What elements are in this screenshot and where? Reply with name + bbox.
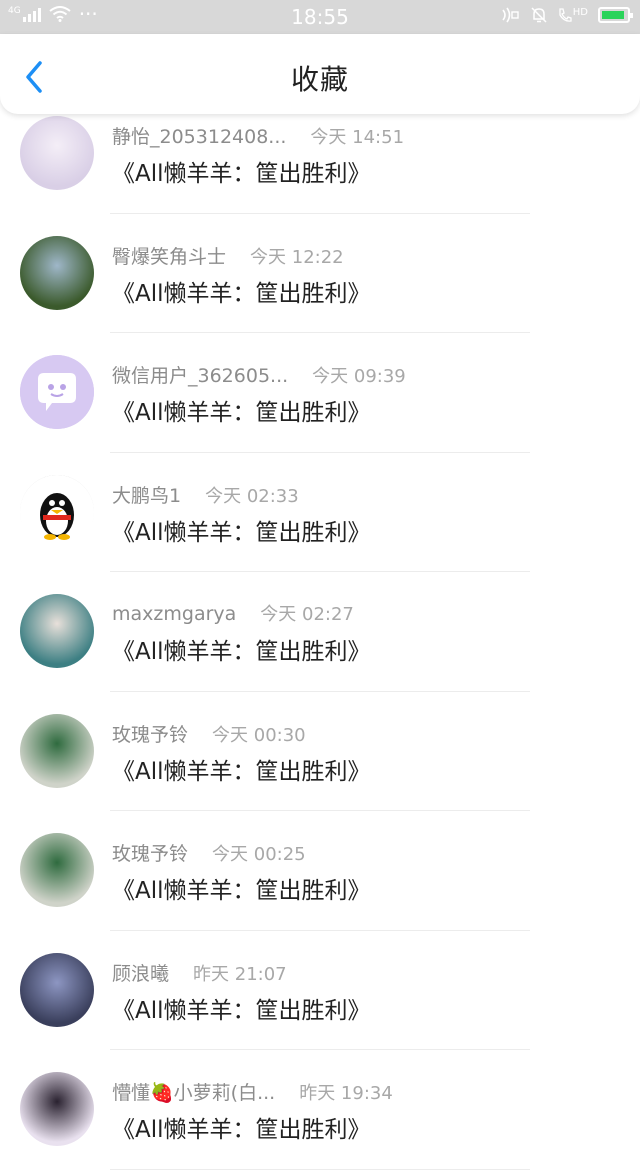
timestamp: 今天 00:30	[212, 724, 306, 746]
timestamp: 今天 09:39	[312, 366, 406, 387]
item-message[interactable]: 《All懒羊羊：筐出胜利》	[112, 1110, 371, 1144]
list-item[interactable]: 玫瑰予铃 今天 00:30 《All懒羊羊：筐出胜利》	[0, 692, 640, 811]
item-meta: 大鹏鸟1 今天 02:33	[112, 481, 299, 508]
item-meta: 玫瑰予铃 今天 00:30	[112, 720, 306, 747]
user-name[interactable]: maxzmgarya	[112, 603, 236, 625]
avatar[interactable]	[20, 116, 94, 190]
item-message[interactable]: 《All懒羊羊：筐出胜利》	[112, 154, 371, 188]
penguin-icon	[20, 474, 94, 549]
avatar[interactable]	[20, 833, 94, 907]
avatar[interactable]	[20, 474, 94, 549]
item-message[interactable]: 《All懒羊羊：筐出胜利》	[112, 393, 371, 427]
call-hd-icon: HD	[558, 7, 588, 23]
avatar[interactable]	[20, 952, 94, 1027]
item-message[interactable]: 《All懒羊羊：筐出胜利》	[112, 752, 371, 786]
status-right: HD	[500, 6, 633, 24]
user-name[interactable]: 懵懂🍓小萝莉(白...	[112, 1082, 275, 1104]
user-name[interactable]: 顾浪曦	[112, 963, 169, 985]
nfc-icon	[502, 7, 519, 23]
item-message[interactable]: 《All懒羊羊：筐出胜利》	[112, 513, 371, 547]
battery-icon	[598, 7, 633, 23]
avatar[interactable]	[20, 235, 94, 310]
timestamp: 今天 12:22	[250, 246, 344, 268]
timestamp: 今天 14:51	[310, 127, 405, 148]
timestamp: 今天 02:33	[205, 485, 299, 507]
user-name[interactable]: 玫瑰予铃	[112, 843, 188, 865]
timestamp: 昨天 19:34	[299, 1083, 393, 1104]
user-name[interactable]: 臀爆笑角斗士	[112, 246, 226, 268]
user-name[interactable]: 静怡_205312408...	[112, 126, 286, 148]
page-title: 收藏	[290, 63, 349, 96]
item-message[interactable]: 《All懒羊羊：筐出胜利》	[112, 274, 371, 308]
item-meta: 微信用户_362605... 今天 09:39	[112, 361, 406, 388]
item-meta: 静怡_205312408... 今天 14:51	[112, 122, 404, 149]
list-item[interactable]: 臀爆笑角斗士 今天 12:22 《All懒羊羊：筐出胜利》	[0, 214, 640, 333]
list-item[interactable]: 玫瑰予铃 今天 00:25 《All懒羊羊：筐出胜利》	[0, 811, 640, 931]
avatar[interactable]	[20, 355, 94, 429]
list-item[interactable]: 顾浪曦 昨天 21:07 《All懒羊羊：筐出胜利》	[0, 931, 640, 1050]
item-meta: 懵懂🍓小萝莉(白... 昨天 19:34	[112, 1078, 393, 1105]
favorites-list: 静怡_205312408... 今天 14:51 《All懒羊羊：筐出胜利》 臀爆笑角…	[0, 94, 640, 1170]
hd-label: HD	[572, 7, 588, 18]
list-item[interactable]: maxzmgarya 今天 02:27 《All懒羊羊：筐出胜利》	[0, 572, 640, 692]
timestamp: 昨天 21:07	[193, 963, 287, 985]
nav-header: 收藏	[0, 34, 640, 114]
item-meta: 臀爆笑角斗士 今天 12:22	[112, 242, 344, 269]
avatar[interactable]	[20, 1072, 94, 1146]
item-message[interactable]: 《All懒羊羊：筐出胜利》	[112, 632, 371, 666]
user-name[interactable]: 微信用户_362605...	[112, 365, 288, 387]
timestamp: 今天 00:25	[212, 844, 306, 865]
chat-bubble-icon	[20, 355, 94, 429]
item-message[interactable]: 《All懒羊羊：筐出胜利》	[112, 871, 371, 905]
list-item[interactable]: 微信用户_362605... 今天 09:39 《All懒羊羊：筐出胜利》	[0, 333, 640, 453]
item-meta: maxzmgarya 今天 02:27	[112, 600, 354, 626]
user-name[interactable]: 玫瑰予铃	[112, 724, 188, 746]
divider	[110, 1168, 530, 1170]
avatar[interactable]	[20, 594, 94, 668]
item-meta: 顾浪曦 昨天 21:07	[112, 959, 287, 986]
avatar[interactable]	[20, 713, 94, 788]
list-item[interactable]: 大鹏鸟1 今天 02:33 《All懒羊羊：筐出胜利》	[0, 453, 640, 572]
status-bar: 4G ··· 18:55 HD	[0, 0, 640, 34]
item-meta: 玫瑰予铃 今天 00:25	[112, 839, 306, 866]
item-message[interactable]: 《All懒羊羊：筐出胜利》	[112, 991, 371, 1025]
list-item[interactable]: 懵懂🍓小萝莉(白... 昨天 19:34 《All懒羊羊：筐出胜利》	[0, 1050, 640, 1170]
timestamp: 今天 02:27	[260, 604, 354, 625]
user-name[interactable]: 大鹏鸟1	[112, 485, 181, 507]
mute-bell-icon	[531, 7, 547, 23]
